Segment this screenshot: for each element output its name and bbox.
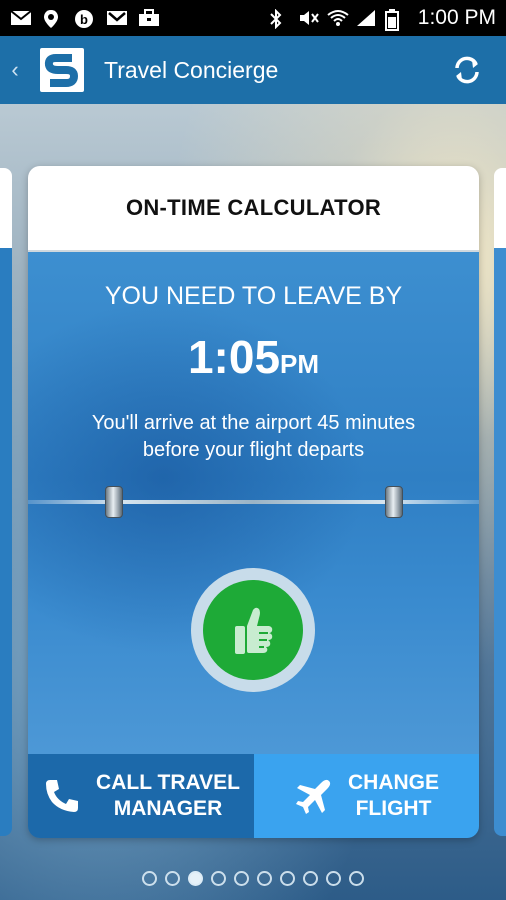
app-bar: ‹ Travel Concierge [0, 36, 506, 104]
next-card-peek[interactable] [494, 168, 506, 836]
card-header: ON-TIME CALCULATOR [28, 166, 479, 252]
svg-text:b: b [80, 12, 88, 27]
app-logo[interactable] [40, 48, 84, 92]
page-dot[interactable] [188, 871, 203, 886]
on-time-calculator-card: ON-TIME CALCULATOR YOU NEED TO LEAVE BY … [28, 166, 479, 838]
page-dot[interactable] [234, 871, 249, 886]
page-dot[interactable] [211, 871, 226, 886]
thumbs-up-circle [203, 580, 303, 680]
thumbs-up-icon [235, 607, 273, 654]
phone-icon [46, 780, 79, 812]
battery-icon [384, 9, 405, 31]
slider-handle-right[interactable] [385, 486, 403, 518]
gmail-icon [106, 9, 127, 27]
location-icon [42, 9, 62, 28]
app-title: Travel Concierge [104, 56, 279, 83]
slider-handle-left[interactable] [105, 486, 123, 518]
logo-s-icon [44, 54, 78, 87]
mail-icon [10, 9, 32, 27]
page-dot[interactable] [326, 871, 341, 886]
page-dot[interactable] [142, 871, 157, 886]
card-footer: CALL TRAVEL MANAGER CHANGE FLIGHT [28, 754, 479, 838]
page-dot[interactable] [257, 871, 272, 886]
refresh-icon[interactable] [450, 53, 484, 87]
card-body: YOU NEED TO LEAVE BY 1:05PM You'll arriv… [28, 252, 479, 754]
arrival-line-1: You'll arrive at the airport 45 minutes [91, 412, 416, 434]
change-flight-button[interactable]: CHANGE FLIGHT [254, 754, 479, 838]
arrival-line-2: before your flight departs [142, 439, 365, 461]
b-icon: b [74, 9, 94, 28]
call-travel-manager-button[interactable]: CALL TRAVEL MANAGER [28, 754, 254, 838]
wifi-icon [327, 9, 349, 27]
signal-icon [356, 9, 376, 27]
status-bar: b 1:00 PM [0, 0, 506, 36]
page-dot[interactable] [349, 871, 364, 886]
bluetooth-icon [269, 8, 289, 30]
card-title: ON-TIME CALCULATOR [125, 195, 382, 220]
page-dot[interactable] [303, 871, 318, 886]
briefcase-icon [138, 9, 159, 27]
change-label-line-2: FLIGHT [355, 797, 432, 820]
page-dot[interactable] [165, 871, 180, 886]
previous-card-peek[interactable] [0, 168, 12, 836]
call-label-line-2: MANAGER [113, 797, 223, 820]
mute-icon [298, 9, 319, 27]
airplane-icon [295, 779, 331, 814]
call-label-line-1: CALL TRAVEL [96, 771, 240, 794]
leave-time-value: 1:05 [187, 331, 281, 383]
arrival-description: You'll arrive at the airport 45 minutes … [58, 410, 449, 464]
status-time: 1:00 PM [417, 6, 496, 29]
change-label-line-1: CHANGE [347, 771, 439, 794]
back-chevron-icon[interactable]: ‹ [0, 36, 30, 104]
leave-by-label: YOU NEED TO LEAVE BY [104, 282, 403, 310]
leave-time: 1:05PM [28, 330, 479, 384]
page-indicator [0, 871, 506, 886]
time-slider-track[interactable] [28, 500, 479, 504]
page-dot[interactable] [280, 871, 295, 886]
thumbs-up-button[interactable] [191, 568, 315, 692]
leave-time-ampm: PM [280, 349, 320, 379]
